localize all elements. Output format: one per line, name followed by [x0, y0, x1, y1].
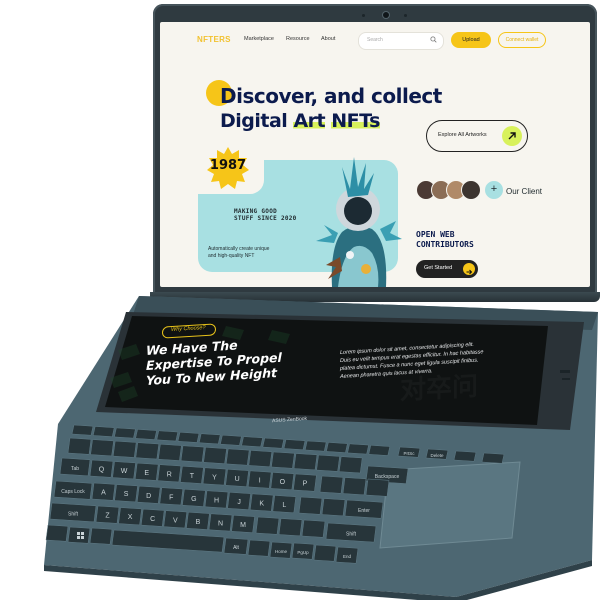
- keyboard-deck: 对卒问: [44, 296, 598, 600]
- laptop-device: NFTERS Marketplace Resource About Search…: [0, 0, 600, 600]
- screenpad-headline: We Have The Expertise To Propel You To N…: [146, 337, 282, 388]
